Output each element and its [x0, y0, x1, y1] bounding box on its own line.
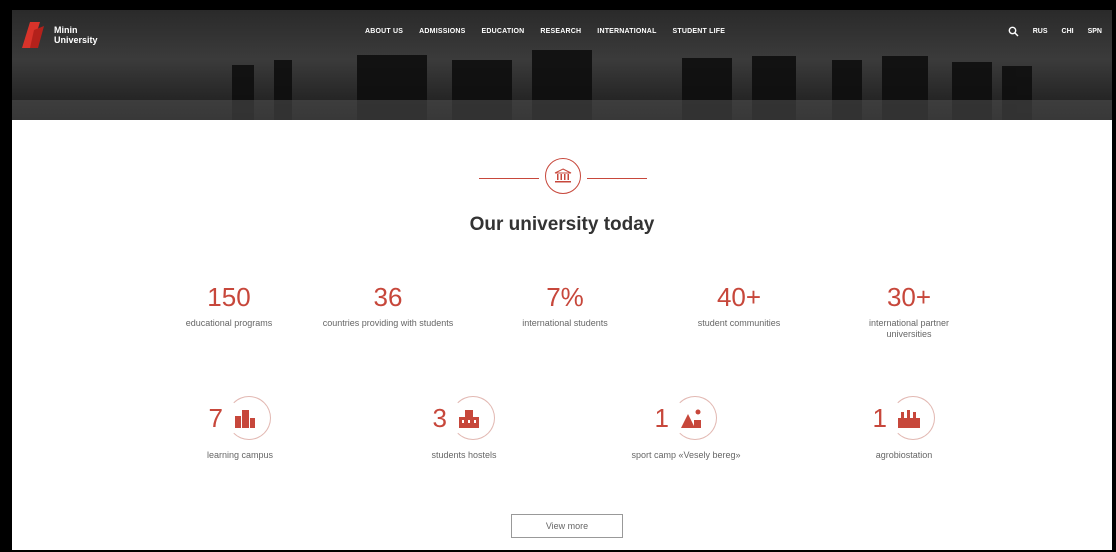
lang-chi[interactable]: CHI — [1062, 28, 1074, 35]
stat-value: 40+ — [716, 282, 762, 312]
facility-value: 7 — [208, 403, 223, 433]
facility-campus: 7 learning campus — [160, 396, 320, 460]
logo-line-1: Minin — [54, 25, 78, 35]
facility-label: learning campus — [206, 450, 274, 460]
stat-value: 30+ — [886, 282, 932, 312]
divider-right — [587, 178, 647, 179]
stat-programs: 150 educational programs — [154, 282, 304, 329]
nav-international[interactable]: INTERNATIONAL — [597, 28, 656, 35]
main-nav: ABOUT US ADMISSIONS EDUCATION RESEARCH I… — [365, 28, 725, 35]
hero-crowd-image — [12, 50, 1112, 120]
nav-research[interactable]: RESEARCH — [540, 28, 581, 35]
sport-camp-icon — [673, 396, 718, 440]
stat-label: student communities — [697, 318, 781, 328]
logo-line-2: University — [54, 35, 98, 45]
lang-rus[interactable]: RUS — [1033, 28, 1048, 35]
facility-label: students hostels — [431, 450, 497, 460]
university-building-icon — [545, 158, 581, 194]
stat-label: educational programs — [185, 318, 273, 328]
lang-spn[interactable]: SPN — [1088, 28, 1102, 35]
logo-text: Minin University — [54, 25, 98, 45]
stat-label: countries providing with students — [322, 318, 454, 328]
facility-agrobiostation: 1 agrobiostation — [824, 396, 984, 460]
hostel-icon — [451, 396, 496, 440]
hero-banner: Minin University ABOUT US ADMISSIONS EDU… — [12, 10, 1112, 120]
facility-label: sport camp «Vesely bereg» — [631, 450, 741, 460]
nav-education[interactable]: EDUCATION — [482, 28, 525, 35]
search-icon[interactable] — [1008, 26, 1019, 37]
nav-admissions[interactable]: ADMISSIONS — [419, 28, 465, 35]
stat-value: 7% — [546, 282, 584, 312]
section-emblem — [12, 158, 1112, 198]
stat-countries: 36 countries providing with students — [318, 282, 458, 329]
campus-icon — [227, 396, 272, 440]
stat-value: 150 — [207, 282, 251, 312]
stat-international-students: 7% international students — [490, 282, 640, 329]
stat-label: international students — [522, 318, 608, 328]
nav-student-life[interactable]: STUDENT LIFE — [673, 28, 726, 35]
view-more-button[interactable]: View more — [511, 514, 623, 538]
logo-icon — [22, 22, 44, 48]
facility-sport-camp: 1 sport camp «Vesely bereg» — [596, 396, 776, 460]
agrobiostation-icon — [891, 396, 936, 440]
page: Minin University ABOUT US ADMISSIONS EDU… — [12, 10, 1112, 550]
stat-label: international partner universities — [868, 318, 950, 339]
section-title: Our university today — [469, 214, 655, 235]
stat-communities: 40+ student communities — [664, 282, 814, 329]
university-logo[interactable]: Minin University — [20, 20, 98, 50]
facility-label: agrobiostation — [875, 450, 933, 460]
header-tools: RUS CHI SPN — [1008, 26, 1102, 37]
facility-value: 1 — [654, 403, 669, 433]
stat-value: 36 — [373, 282, 403, 312]
facility-hostels: 3 students hostels — [384, 396, 544, 460]
stat-partner-universities: 30+ international partner universities — [849, 282, 969, 340]
facility-value: 3 — [432, 403, 447, 433]
nav-about-us[interactable]: ABOUT US — [365, 28, 403, 35]
facility-value: 1 — [872, 403, 887, 433]
divider-left — [479, 178, 539, 179]
